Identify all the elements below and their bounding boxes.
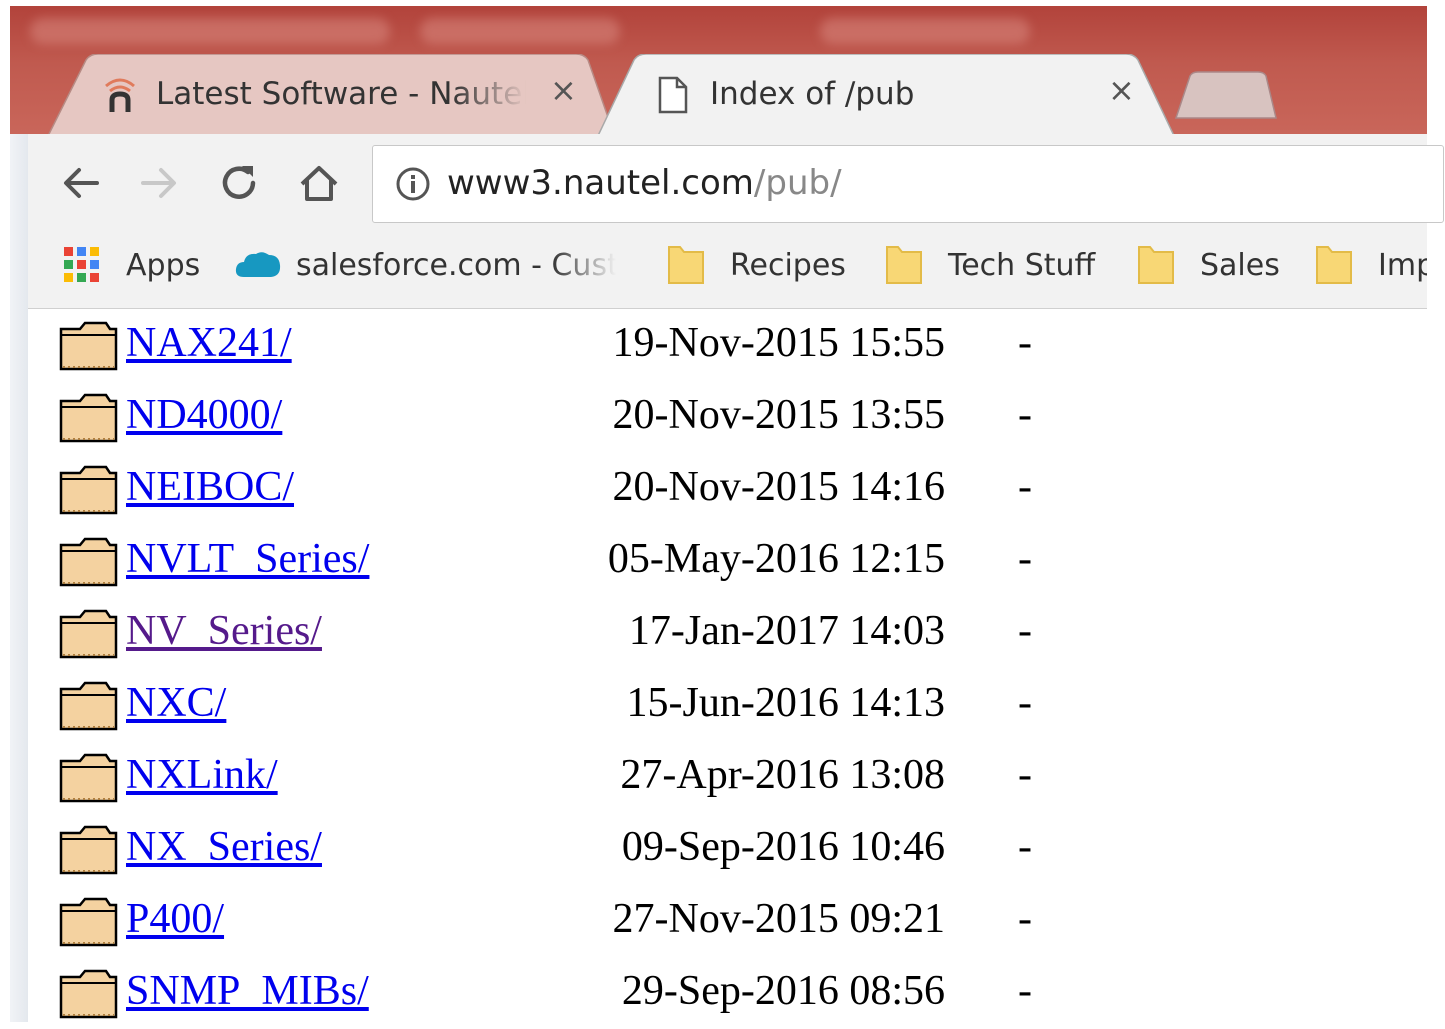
back-arrow-icon	[64, 168, 99, 198]
bookmark-label: Imp	[1378, 247, 1427, 283]
folder-icon	[1316, 246, 1352, 284]
listing-row: P400/ 27-Nov-2015 09:21 -	[28, 885, 1427, 957]
folder-link[interactable]: NAX241/	[126, 319, 292, 367]
url-text[interactable]: www3.nautel.com/pub/	[447, 163, 842, 203]
file-size: -	[1018, 320, 1032, 366]
address-bar[interactable]: www3.nautel.com/pub/	[372, 145, 1444, 223]
folder-link[interactable]: ND4000/	[126, 391, 282, 439]
folder-icon	[58, 537, 120, 593]
tab-index-of-pub[interactable]: Index of /pub ×	[596, 54, 1176, 134]
bookmark-label: Recipes	[730, 247, 846, 283]
folder-link[interactable]: NEIBOC/	[126, 463, 294, 511]
document-icon	[658, 76, 688, 118]
file-size: -	[1018, 896, 1032, 942]
folder-link[interactable]: NV_Series/	[126, 607, 322, 655]
file-size: -	[1018, 536, 1032, 582]
folder-icon	[58, 681, 120, 737]
listing-row: SNMP_MIBs/ 29-Sep-2016 08:56 -	[28, 957, 1427, 1029]
bookmark-label: Sales	[1200, 247, 1280, 283]
listing-row: NV_Series/ 17-Jan-2017 14:03 -	[28, 597, 1427, 669]
tab-title: Index of /pub	[710, 76, 915, 112]
bookmark-tech-stuff[interactable]: Tech Stuff	[884, 230, 1095, 300]
forward-button[interactable]	[136, 160, 182, 206]
home-button[interactable]	[296, 160, 342, 206]
directory-listing: NAX241/ 19-Nov-2015 15:55 - ND4000/ 20-N…	[28, 309, 1427, 1022]
window-titlebar: Latest Software - Nautel × Index of /pub…	[10, 6, 1427, 134]
listing-row: NAX241/ 19-Nov-2015 15:55 -	[28, 309, 1427, 381]
listing-row: NX_Series/ 09-Sep-2016 10:46 -	[28, 813, 1427, 885]
reload-button[interactable]	[216, 160, 262, 206]
folder-icon	[1138, 246, 1174, 284]
browser-toolbar: www3.nautel.com/pub/	[28, 134, 1444, 230]
tab-title: Latest Software - Nautel	[156, 76, 526, 112]
blurred-window-title	[420, 18, 620, 44]
bookmark-label: Apps	[126, 247, 201, 283]
home-icon	[300, 166, 338, 201]
bookmark-label: salesforce.com - Cust	[296, 247, 619, 283]
folder-icon	[58, 825, 120, 881]
tab-close-icon[interactable]: ×	[1108, 74, 1135, 106]
blurred-window-title	[820, 18, 1030, 44]
bookmark-imp[interactable]: Imp	[1314, 230, 1427, 300]
window-edge	[10, 134, 28, 1022]
bookmark-salesforce[interactable]: salesforce.com - Cust	[234, 230, 619, 300]
folder-icon	[886, 246, 922, 284]
modified-date: 19-Nov-2015 15:55	[612, 320, 945, 366]
listing-row: ND4000/ 20-Nov-2015 13:55 -	[28, 381, 1427, 453]
modified-date: 20-Nov-2015 14:16	[612, 464, 945, 510]
folder-link[interactable]: NXLink/	[126, 751, 278, 799]
back-button[interactable]	[58, 160, 104, 206]
apps-grid-icon	[64, 247, 99, 282]
folder-icon	[668, 246, 704, 284]
modified-date: 27-Apr-2016 13:08	[620, 752, 945, 798]
bookmark-sales[interactable]: Sales	[1136, 230, 1280, 300]
nautel-logo-icon	[98, 72, 142, 120]
file-size: -	[1018, 464, 1032, 510]
folder-icon	[58, 465, 120, 521]
reload-icon	[222, 166, 256, 199]
folder-icon	[58, 321, 120, 377]
file-size: -	[1018, 608, 1032, 654]
listing-row: NVLT_Series/ 05-May-2016 12:15 -	[28, 525, 1427, 597]
folder-icon	[58, 897, 120, 953]
bookmark-recipes[interactable]: Recipes	[666, 230, 846, 300]
salesforce-cloud-icon	[235, 252, 281, 277]
info-icon[interactable]	[395, 166, 431, 206]
modified-date: 09-Sep-2016 10:46	[621, 824, 945, 870]
listing-row: NXLink/ 27-Apr-2016 13:08 -	[28, 741, 1427, 813]
bookmark-label: Tech Stuff	[948, 247, 1096, 283]
modified-date: 27-Nov-2015 09:21	[612, 896, 945, 942]
tab-close-icon[interactable]: ×	[550, 74, 577, 106]
modified-date: 17-Jan-2017 14:03	[628, 608, 945, 654]
listing-row: NXC/ 15-Jun-2016 14:13 -	[28, 669, 1427, 741]
new-tab-button[interactable]	[1172, 70, 1282, 126]
folder-link[interactable]: NVLT_Series/	[126, 535, 369, 583]
url-host: www3.nautel.com	[447, 163, 754, 203]
bookmarks-bar: Apps salesforce.com - Cust Recipes Tech …	[28, 230, 1427, 309]
folder-link[interactable]: NX_Series/	[126, 823, 322, 871]
bookmark-apps[interactable]: Apps	[62, 230, 200, 300]
folder-icon	[58, 753, 120, 809]
folder-icon	[58, 969, 120, 1025]
modified-date: 05-May-2016 12:15	[607, 536, 945, 582]
file-size: -	[1018, 968, 1032, 1014]
folder-link[interactable]: SNMP_MIBs/	[126, 967, 369, 1015]
forward-arrow-icon	[141, 168, 176, 198]
modified-date: 29-Sep-2016 08:56	[621, 968, 945, 1014]
file-size: -	[1018, 824, 1032, 870]
folder-icon	[58, 393, 120, 449]
tab-latest-software[interactable]: Latest Software - Nautel ×	[46, 54, 616, 134]
file-size: -	[1018, 680, 1032, 726]
modified-date: 15-Jun-2016 14:13	[626, 680, 946, 726]
blurred-window-title	[30, 18, 390, 44]
file-size: -	[1018, 752, 1032, 798]
folder-link[interactable]: NXC/	[126, 679, 226, 727]
folder-icon	[58, 609, 120, 665]
folder-link[interactable]: P400/	[126, 895, 224, 943]
modified-date: 20-Nov-2015 13:55	[612, 392, 945, 438]
url-path: /pub/	[753, 163, 842, 203]
file-size: -	[1018, 392, 1032, 438]
listing-row: NEIBOC/ 20-Nov-2015 14:16 -	[28, 453, 1427, 525]
